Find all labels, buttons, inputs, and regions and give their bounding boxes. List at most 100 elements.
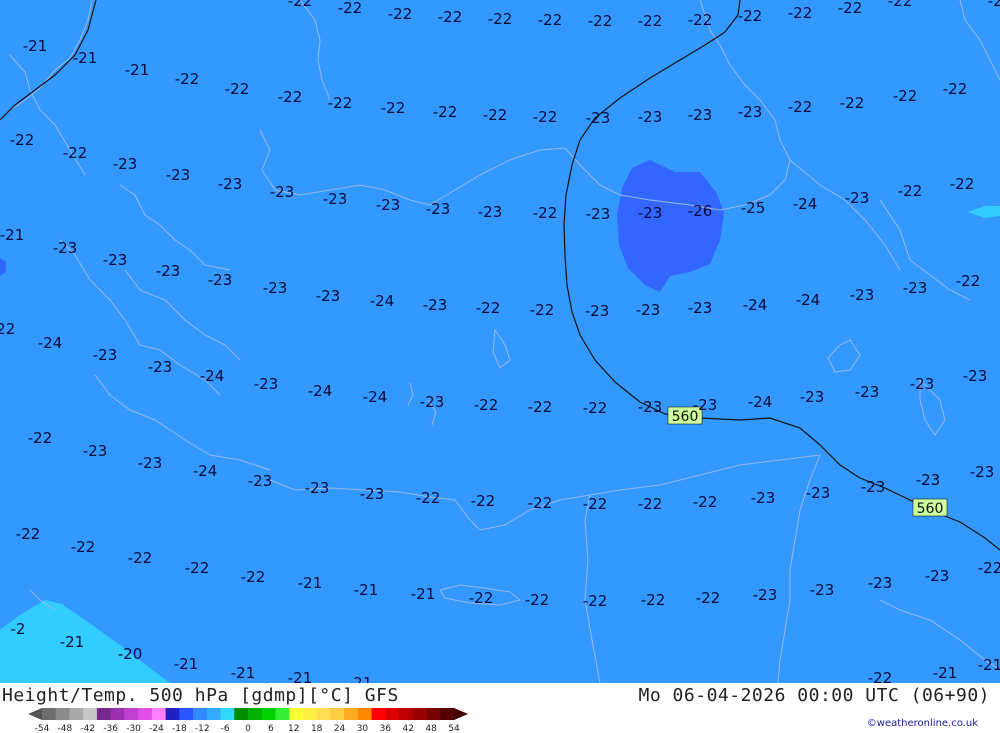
credit-link[interactable]: ©weatheronline.co.uk: [867, 718, 978, 729]
temperature-label: -23: [738, 103, 763, 121]
temperature-label: -22: [943, 80, 968, 98]
temperature-label: -22: [693, 493, 718, 511]
temperature-label: -21: [73, 49, 98, 67]
temperature-label: -22: [10, 131, 35, 149]
temperature-label: -23: [753, 586, 778, 604]
temperature-label: -23: [148, 358, 173, 376]
temperature-label: -22: [474, 396, 499, 414]
temperature-label: -23: [868, 574, 893, 592]
scale-swatch: [234, 708, 249, 720]
temperature-label: -23: [925, 567, 950, 585]
temperature-label: -23: [254, 375, 279, 393]
scale-swatch: [275, 708, 290, 720]
temperature-label: -23: [586, 109, 611, 127]
temperature-label: -24: [796, 291, 821, 309]
temperature-label: -26: [688, 202, 713, 220]
temperature-label: -22: [175, 70, 200, 88]
temperature-label: -23: [638, 108, 663, 126]
scale-label: 54: [448, 724, 460, 733]
map-title: Height/Temp. 500 hPa [gdmp][°C] GFS: [2, 685, 399, 706]
scale-swatch: [42, 708, 57, 720]
scale-swatch: [110, 708, 125, 720]
temperature-label: -22: [956, 272, 981, 290]
temperature-label: -22: [528, 398, 553, 416]
temperature-label: -21: [933, 664, 958, 682]
scale-swatch: [316, 708, 331, 720]
scale-swatch: [344, 708, 359, 720]
temperature-label: -22: [338, 0, 363, 17]
scale-label: 0: [245, 724, 251, 733]
temperature-label: -23: [810, 581, 835, 599]
temperature-label: -22: [898, 182, 923, 200]
temperature-label: -23: [963, 367, 988, 385]
temperature-label: -22: [893, 87, 918, 105]
temperature-label: -21: [60, 633, 85, 651]
temperature-label: -22: [471, 492, 496, 510]
scale-label: 6: [268, 724, 274, 733]
temperature-label: -22: [381, 99, 406, 117]
temperature-label: -24: [38, 334, 63, 352]
temperature-label: -20: [118, 645, 143, 663]
temperature-label: -22: [16, 525, 41, 543]
scale-swatch: [440, 708, 455, 720]
temperature-label: -22: [476, 299, 501, 317]
temperature-label: -22: [638, 495, 663, 513]
temperature-label: -24: [793, 195, 818, 213]
scale-swatch: [357, 708, 373, 720]
temperature-label: -23: [305, 479, 330, 497]
temperature-label: -21: [125, 61, 150, 79]
temperature-label: -23: [426, 200, 451, 218]
scale-label: -54: [35, 724, 50, 733]
temperature-label: -22: [588, 12, 613, 30]
temperature-label: -22: [241, 568, 266, 586]
scale-label: -18: [172, 724, 187, 733]
scale-swatch: [385, 708, 400, 720]
temperature-label: -22: [388, 5, 413, 23]
temperature-label: -23: [688, 299, 713, 317]
scale-swatch: [220, 708, 235, 720]
temperature-label: -23: [83, 442, 108, 460]
temperature-label: -23: [585, 302, 610, 320]
temperature-label: -24: [363, 388, 388, 406]
temperature-label: -22: [278, 88, 303, 106]
temperature-label: -22: [533, 204, 558, 222]
temperature-label: -22: [28, 429, 53, 447]
temperature-label: -22: [0, 320, 15, 338]
temperature-label: -22: [868, 669, 893, 683]
contour-label-560-b: 560: [912, 498, 948, 517]
temperature-label: -22: [988, 0, 1000, 10]
temperature-label: -22: [583, 495, 608, 513]
temperature-label: -23: [910, 375, 935, 393]
temperature-label: -23: [93, 346, 118, 364]
scale-swatch: [426, 708, 441, 720]
temperature-label: -21: [354, 581, 379, 599]
temperature-label: -23: [208, 271, 233, 289]
temperature-label: -23: [845, 189, 870, 207]
temperature-label: -25: [741, 199, 766, 217]
temperature-label: -22: [416, 489, 441, 507]
scale-swatch: [96, 708, 112, 720]
temperature-label: -21: [231, 664, 256, 682]
scale-label: 12: [288, 724, 299, 733]
scale-label: -48: [58, 724, 73, 733]
temperature-label: -22: [185, 559, 210, 577]
temperature-label: -22: [638, 12, 663, 30]
temperature-label: -22: [525, 591, 550, 609]
scale-swatch: [179, 708, 194, 720]
temperature-label: -21: [174, 655, 199, 673]
scale-label: -42: [80, 724, 95, 733]
scale-swatch: [55, 708, 70, 720]
temperature-label: -23: [800, 388, 825, 406]
scale-swatch: [193, 708, 208, 720]
scale-swatch: [412, 708, 428, 720]
temperature-label: -22: [696, 589, 721, 607]
scale-label: -12: [195, 724, 210, 733]
temperature-label: -23: [270, 183, 295, 201]
temperature-label: -23: [970, 463, 995, 481]
scale-label: 24: [334, 724, 346, 733]
temperature-label: -21: [298, 574, 323, 592]
temperature-label: -22: [838, 0, 863, 17]
temperature-label: -22: [641, 591, 666, 609]
temperature-label: -23: [360, 485, 385, 503]
temperature-label: -21: [288, 669, 313, 683]
